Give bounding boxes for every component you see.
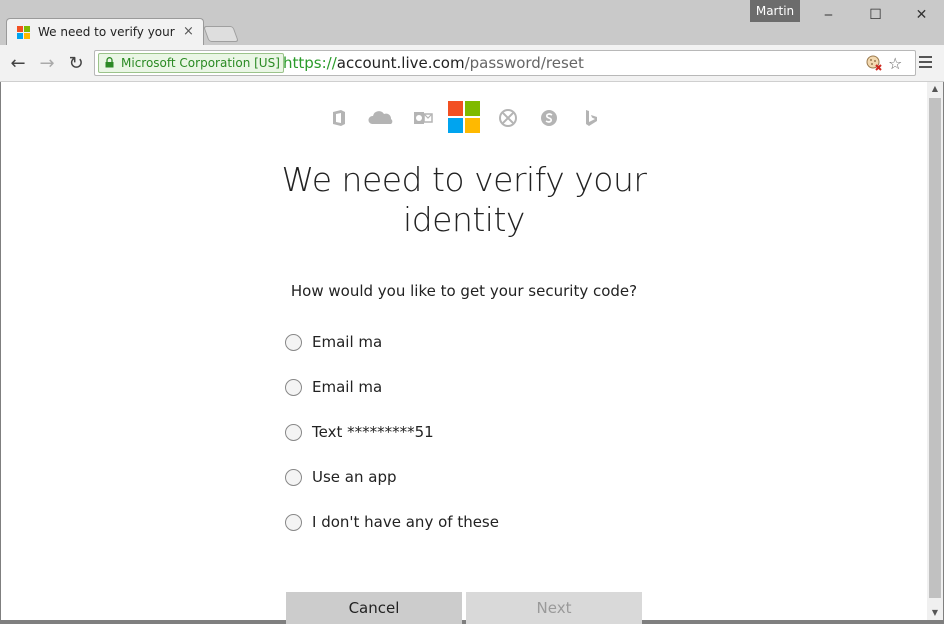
option-none[interactable]: I don't have any of these: [285, 509, 499, 535]
radio-button[interactable]: [285, 468, 302, 486]
back-button[interactable]: ←: [6, 51, 30, 75]
radio-button[interactable]: [285, 423, 302, 441]
url-path: /password/reset: [464, 54, 584, 72]
skype-icon: [541, 110, 557, 126]
url-host: account.live.com: [336, 54, 465, 72]
option-email-2[interactable]: Email ma: [285, 374, 382, 400]
option-text[interactable]: Text *********51: [285, 419, 434, 445]
option-label: Email ma: [312, 333, 383, 351]
microsoft-favicon-icon: [17, 26, 31, 40]
address-bar[interactable]: Microsoft Corporation [US] https://accou…: [94, 50, 916, 76]
radio-button[interactable]: [285, 378, 302, 396]
lock-icon: [105, 57, 114, 68]
option-label: I don't have any of these: [312, 513, 499, 531]
window-titlebar: Martin ‒ ☐ ✕ We need to verify your iden…: [0, 0, 944, 46]
new-tab-button[interactable]: [203, 26, 239, 42]
option-label: Use an app: [312, 468, 397, 486]
radio-button[interactable]: [285, 513, 302, 531]
option-label: Text *********51: [312, 423, 434, 441]
heading-line-2: identity: [403, 200, 525, 239]
page-scrollbar[interactable]: ▲ ▼: [927, 82, 943, 620]
browser-menu-button[interactable]: [917, 53, 935, 71]
url-scheme: https://: [283, 54, 337, 72]
option-email-1[interactable]: Email ma: [285, 329, 382, 355]
heading-line-1: We need to verify your: [281, 160, 647, 199]
browser-tab[interactable]: We need to verify your identity ×: [6, 18, 204, 46]
forward-button[interactable]: →: [35, 51, 59, 75]
close-window-button[interactable]: ✕: [899, 0, 944, 30]
ev-certificate-badge[interactable]: Microsoft Corporation [US]: [98, 53, 284, 73]
page-viewport: We need to verify your identity How woul…: [1, 82, 927, 624]
page-heading: We need to verify your identity: [281, 160, 647, 240]
xbox-icon: [499, 109, 517, 127]
radio-button[interactable]: [285, 333, 302, 351]
maximize-button[interactable]: ☐: [853, 0, 898, 30]
extension-blocked-icon[interactable]: [865, 54, 883, 72]
scroll-thumb[interactable]: [929, 98, 941, 598]
outlook-icon: [414, 112, 433, 124]
security-code-question: How would you like to get your security …: [290, 282, 638, 300]
browser-toolbar: ← → ↻ Microsoft Corporation [US] https:/…: [0, 45, 944, 82]
url-text: https://account.live.com/password/reset: [283, 54, 584, 72]
office-icon: [333, 110, 345, 126]
profile-badge[interactable]: Martin: [750, 0, 800, 22]
reload-button[interactable]: ↻: [64, 51, 88, 75]
cancel-button[interactable]: Cancel: [286, 592, 462, 624]
option-label: Email ma: [312, 378, 383, 396]
onedrive-icon: [368, 111, 393, 124]
tab-title: We need to verify your identity: [38, 25, 178, 39]
scroll-up-icon[interactable]: ▲: [927, 82, 943, 96]
tab-close-icon[interactable]: ×: [183, 24, 194, 39]
next-button[interactable]: Next: [466, 592, 642, 624]
minimize-button[interactable]: ‒: [806, 0, 851, 30]
bookmark-star-icon[interactable]: ☆: [888, 54, 902, 73]
bing-icon: [586, 110, 597, 126]
scroll-down-icon[interactable]: ▼: [927, 606, 943, 620]
option-app[interactable]: Use an app: [285, 464, 397, 490]
microsoft-logo: [448, 101, 480, 133]
ev-label: Microsoft Corporation [US]: [121, 56, 280, 70]
